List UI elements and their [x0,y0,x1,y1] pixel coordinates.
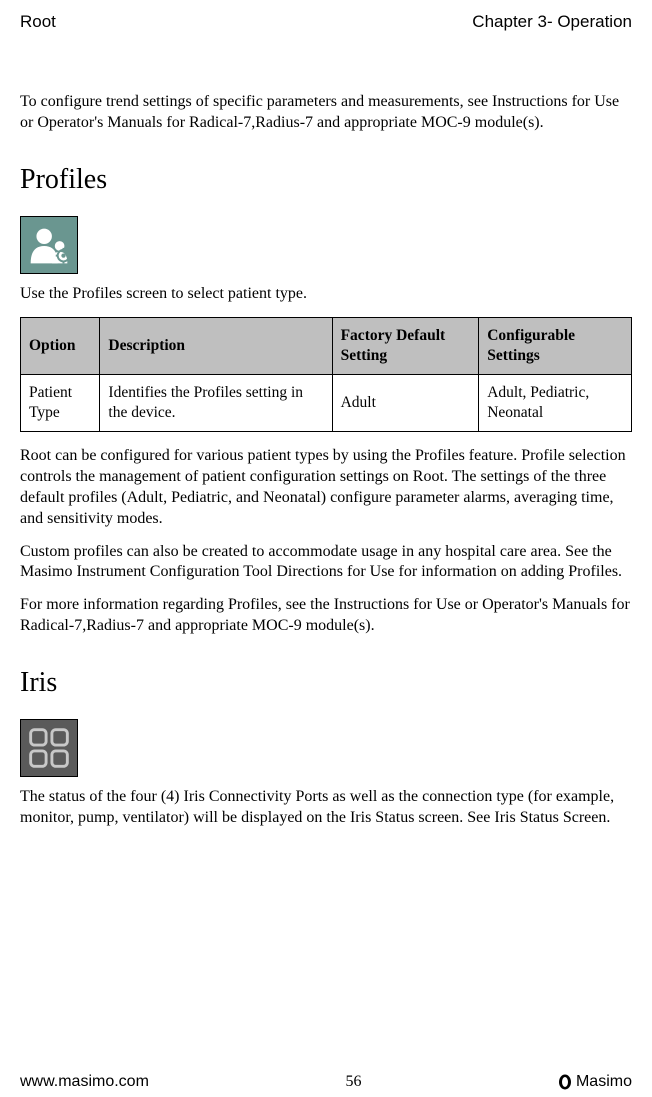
page-footer: www.masimo.com 56 Masimo [20,1067,632,1097]
profiles-para-2: Custom profiles can also be created to a… [20,542,632,584]
profiles-para-1: Root can be configured for various patie… [20,446,632,529]
iris-heading: Iris [20,665,632,701]
page-body: To configure trend settings of specific … [20,92,632,1067]
masimo-logo-icon [558,1074,572,1090]
profiles-caption: Use the Profiles screen to select patien… [20,284,632,305]
profiles-table: Option Description Factory Default Setti… [20,317,632,433]
table-row: Patient Type Identifies the Profiles set… [21,375,632,432]
th-config: Configurable Settings [479,317,632,374]
intro-paragraph: To configure trend settings of specific … [20,92,632,134]
profiles-icon [20,216,78,274]
td-option: Patient Type [21,375,100,432]
td-config: Adult, Pediatric, Neonatal [479,375,632,432]
header-right: Chapter 3- Operation [472,12,632,32]
th-option: Option [21,317,100,374]
table-header-row: Option Description Factory Default Setti… [21,317,632,374]
th-description: Description [100,317,332,374]
page-header: Root Chapter 3- Operation [20,12,632,32]
iris-paragraph: The status of the four (4) Iris Connecti… [20,787,632,829]
td-factory: Adult [332,375,479,432]
header-left: Root [20,12,56,32]
profiles-para-3: For more information regarding Profiles,… [20,595,632,637]
th-factory: Factory Default Setting [332,317,479,374]
iris-icon [20,719,78,777]
profiles-heading: Profiles [20,162,632,198]
td-description: Identifies the Profiles setting in the d… [100,375,332,432]
footer-right: Masimo [558,1073,632,1091]
footer-brand: Masimo [576,1073,632,1091]
footer-page-number: 56 [345,1073,361,1091]
footer-left: www.masimo.com [20,1073,149,1091]
